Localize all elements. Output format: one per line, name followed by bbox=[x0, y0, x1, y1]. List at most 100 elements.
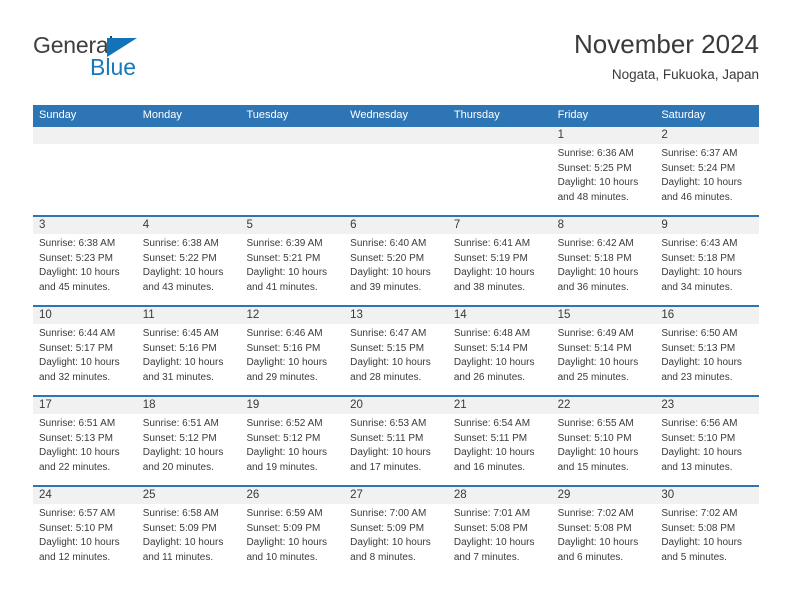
calendar-week-row: 3 Sunrise: 6:38 AM Sunset: 5:23 PM Daylight… bbox=[33, 215, 760, 305]
general-blue-logo[interactable]: General Blue bbox=[33, 32, 223, 88]
daylight-text-line1: Daylight: 10 hours bbox=[350, 447, 431, 458]
calendar-day-cell[interactable]: 28 Sunrise: 7:01 AM Sunset: 5:08 PM Dayligh… bbox=[447, 485, 552, 575]
daylight-text-line2: and 31 minutes. bbox=[142, 371, 214, 383]
day-sun-info: Sunrise: 6:50 AM Sunset: 5:13 PM Daylight:… bbox=[655, 324, 759, 385]
sunset-text: Sunset: 5:14 PM bbox=[557, 342, 632, 354]
calendar-day-cell[interactable]: 21 Sunrise: 6:54 AM Sunset: 5:11 PM Dayligh… bbox=[447, 395, 552, 485]
sunrise-text: Sunrise: 7:02 AM bbox=[661, 508, 738, 519]
sunrise-text: Sunrise: 6:49 AM bbox=[557, 328, 634, 339]
sunrise-text: Sunrise: 7:00 AM bbox=[350, 508, 427, 519]
daylight-text-line1: Daylight: 10 hours bbox=[661, 177, 742, 188]
calendar-day-cell[interactable]: 15 Sunrise: 6:49 AM Sunset: 5:14 PM Dayligh… bbox=[551, 305, 656, 395]
daylight-text-line1: Daylight: 10 hours bbox=[557, 447, 639, 458]
calendar-day-cell[interactable]: 5 Sunrise: 6:39 AM Sunset: 5:21 PM Daylight… bbox=[240, 215, 345, 305]
day-sun-info: Sunrise: 6:48 AM Sunset: 5:14 PM Daylight:… bbox=[448, 324, 552, 385]
daylight-text-line1: Daylight: 10 hours bbox=[246, 537, 328, 548]
calendar-day-cell[interactable]: 29 Sunrise: 7:02 AM Sunset: 5:08 PM Dayligh… bbox=[551, 485, 656, 575]
day-sun-info: Sunrise: 6:43 AM Sunset: 5:18 PM Daylight:… bbox=[655, 234, 759, 295]
sunset-text: Sunset: 5:20 PM bbox=[350, 252, 425, 264]
calendar-day-cell[interactable]: 16 Sunrise: 6:50 AM Sunset: 5:13 PM Dayligh… bbox=[655, 305, 760, 395]
weekday-header-thursday: Thursday bbox=[453, 109, 500, 121]
calendar-day-cell[interactable]: 17 Sunrise: 6:51 AM Sunset: 5:13 PM Dayligh… bbox=[33, 395, 137, 485]
day-sun-info: Sunrise: 6:46 AM Sunset: 5:16 PM Daylight:… bbox=[240, 324, 344, 385]
sunset-text: Sunset: 5:24 PM bbox=[661, 162, 736, 174]
calendar-day-cell[interactable]: 11 Sunrise: 6:45 AM Sunset: 5:16 PM Dayligh… bbox=[136, 305, 241, 395]
sunset-text: Sunset: 5:11 PM bbox=[453, 432, 528, 444]
calendar-day-cell[interactable]: 2 Sunrise: 6:37 AM Sunset: 5:24 PM Daylight… bbox=[655, 125, 760, 215]
calendar-week-row: 1 Sunrise: 6:36 AM Sunset: 5:25 PM Daylight… bbox=[33, 125, 760, 215]
day-sun-info: Sunrise: 6:42 AM Sunset: 5:18 PM Daylight:… bbox=[552, 234, 656, 295]
day-sun-info: Sunrise: 6:49 AM Sunset: 5:14 PM Daylight:… bbox=[552, 324, 656, 385]
day-number: 19 bbox=[240, 397, 345, 414]
day-sun-info: Sunrise: 6:38 AM Sunset: 5:22 PM Daylight:… bbox=[137, 234, 241, 295]
calendar-day-cell[interactable]: 24 Sunrise: 6:57 AM Sunset: 5:10 PM Dayligh… bbox=[33, 485, 137, 575]
day-number bbox=[33, 127, 137, 144]
calendar-day-cell[interactable]: 25 Sunrise: 6:58 AM Sunset: 5:09 PM Dayligh… bbox=[136, 485, 241, 575]
calendar-week-row: 17 Sunrise: 6:51 AM Sunset: 5:13 PM Dayligh… bbox=[33, 395, 760, 485]
calendar-day-cell[interactable]: 1 Sunrise: 6:36 AM Sunset: 5:25 PM Daylight… bbox=[551, 125, 656, 215]
day-number bbox=[447, 127, 552, 144]
day-number: 9 bbox=[655, 217, 760, 234]
calendar-day-cell[interactable]: 8 Sunrise: 6:42 AM Sunset: 5:18 PM Daylight… bbox=[551, 215, 656, 305]
daylight-text-line2: and 7 minutes. bbox=[453, 551, 520, 563]
daylight-text-line1: Daylight: 10 hours bbox=[661, 357, 742, 368]
sunset-text: Sunset: 5:12 PM bbox=[246, 432, 321, 444]
calendar-day-cell[interactable]: 12 Sunrise: 6:46 AM Sunset: 5:16 PM Dayligh… bbox=[240, 305, 345, 395]
daylight-text-line2: and 36 minutes. bbox=[557, 281, 629, 293]
sunrise-text: Sunrise: 6:57 AM bbox=[39, 508, 116, 519]
day-number: 17 bbox=[33, 397, 137, 414]
day-number: 4 bbox=[136, 217, 241, 234]
sunset-text: Sunset: 5:13 PM bbox=[39, 432, 113, 444]
logo-word-blue: Blue bbox=[90, 54, 137, 80]
daylight-text-line1: Daylight: 10 hours bbox=[142, 267, 224, 278]
daylight-text-line2: and 16 minutes. bbox=[453, 461, 526, 473]
calendar-day-cell[interactable]: 27 Sunrise: 7:00 AM Sunset: 5:09 PM Dayligh… bbox=[344, 485, 448, 575]
calendar-day-cell[interactable]: 14 Sunrise: 6:48 AM Sunset: 5:14 PM Dayligh… bbox=[447, 305, 552, 395]
weekday-header-tuesday: Tuesday bbox=[246, 109, 289, 121]
sunrise-text: Sunrise: 6:50 AM bbox=[661, 328, 738, 339]
calendar-day-cell[interactable]: 19 Sunrise: 6:52 AM Sunset: 5:12 PM Dayligh… bbox=[240, 395, 345, 485]
sunset-text: Sunset: 5:22 PM bbox=[142, 252, 217, 264]
day-number: 13 bbox=[344, 307, 448, 324]
daylight-text-line2: and 41 minutes. bbox=[246, 281, 318, 293]
daylight-text-line1: Daylight: 10 hours bbox=[39, 267, 120, 278]
calendar-day-cell[interactable]: 7 Sunrise: 6:41 AM Sunset: 5:19 PM Daylight… bbox=[447, 215, 552, 305]
calendar-day-cell[interactable]: 6 Sunrise: 6:40 AM Sunset: 5:20 PM Daylight… bbox=[344, 215, 448, 305]
day-sun-info: Sunrise: 6:45 AM Sunset: 5:16 PM Daylight:… bbox=[137, 324, 241, 385]
daylight-text-line1: Daylight: 10 hours bbox=[246, 357, 328, 368]
day-sun-info: Sunrise: 6:56 AM Sunset: 5:10 PM Daylight:… bbox=[655, 414, 759, 475]
day-number bbox=[240, 127, 345, 144]
day-number: 5 bbox=[240, 217, 345, 234]
calendar-day-cell[interactable]: 26 Sunrise: 6:59 AM Sunset: 5:09 PM Dayligh… bbox=[240, 485, 345, 575]
weekday-header-sunday: Sunday bbox=[39, 109, 77, 121]
calendar-day-cell[interactable]: 20 Sunrise: 6:53 AM Sunset: 5:11 PM Dayligh… bbox=[344, 395, 448, 485]
calendar-day-cell[interactable]: 23 Sunrise: 6:56 AM Sunset: 5:10 PM Dayligh… bbox=[655, 395, 760, 485]
daylight-text-line1: Daylight: 10 hours bbox=[142, 537, 224, 548]
calendar-day-cell[interactable]: 30 Sunrise: 7:02 AM Sunset: 5:08 PM Dayligh… bbox=[655, 485, 760, 575]
sunset-text: Sunset: 5:19 PM bbox=[453, 252, 528, 264]
daylight-text-line2: and 26 minutes. bbox=[453, 371, 526, 383]
calendar-day-cell[interactable]: 13 Sunrise: 6:47 AM Sunset: 5:15 PM Dayligh… bbox=[344, 305, 448, 395]
calendar-day-cell-empty bbox=[136, 125, 241, 215]
day-sun-info: Sunrise: 7:01 AM Sunset: 5:08 PM Daylight:… bbox=[448, 504, 552, 565]
calendar-day-cell[interactable]: 22 Sunrise: 6:55 AM Sunset: 5:10 PM Dayligh… bbox=[551, 395, 656, 485]
day-sun-info: Sunrise: 6:41 AM Sunset: 5:19 PM Daylight:… bbox=[448, 234, 552, 295]
daylight-text-line2: and 22 minutes. bbox=[39, 461, 111, 473]
calendar-day-cell[interactable]: 10 Sunrise: 6:44 AM Sunset: 5:17 PM Dayligh… bbox=[33, 305, 137, 395]
sunset-text: Sunset: 5:10 PM bbox=[557, 432, 632, 444]
calendar-day-cell[interactable]: 9 Sunrise: 6:43 AM Sunset: 5:18 PM Daylight… bbox=[655, 215, 760, 305]
sunset-text: Sunset: 5:11 PM bbox=[350, 432, 424, 444]
sunset-text: Sunset: 5:12 PM bbox=[142, 432, 217, 444]
calendar-day-cell[interactable]: 3 Sunrise: 6:38 AM Sunset: 5:23 PM Daylight… bbox=[33, 215, 137, 305]
daylight-text-line1: Daylight: 10 hours bbox=[350, 267, 431, 278]
day-sun-info: Sunrise: 6:57 AM Sunset: 5:10 PM Daylight:… bbox=[33, 504, 137, 565]
calendar-week-row: 24 Sunrise: 6:57 AM Sunset: 5:10 PM Dayligh… bbox=[33, 485, 760, 575]
calendar-day-cell[interactable]: 4 Sunrise: 6:38 AM Sunset: 5:22 PM Daylight… bbox=[136, 215, 241, 305]
calendar-day-cell[interactable]: 18 Sunrise: 6:51 AM Sunset: 5:12 PM Dayligh… bbox=[136, 395, 241, 485]
sunrise-text: Sunrise: 6:51 AM bbox=[39, 418, 116, 429]
day-number bbox=[136, 127, 241, 144]
sunrise-text: Sunrise: 6:43 AM bbox=[661, 238, 738, 249]
daylight-text-line1: Daylight: 10 hours bbox=[557, 267, 639, 278]
calendar-day-cell-empty bbox=[344, 125, 448, 215]
day-number: 11 bbox=[136, 307, 241, 324]
